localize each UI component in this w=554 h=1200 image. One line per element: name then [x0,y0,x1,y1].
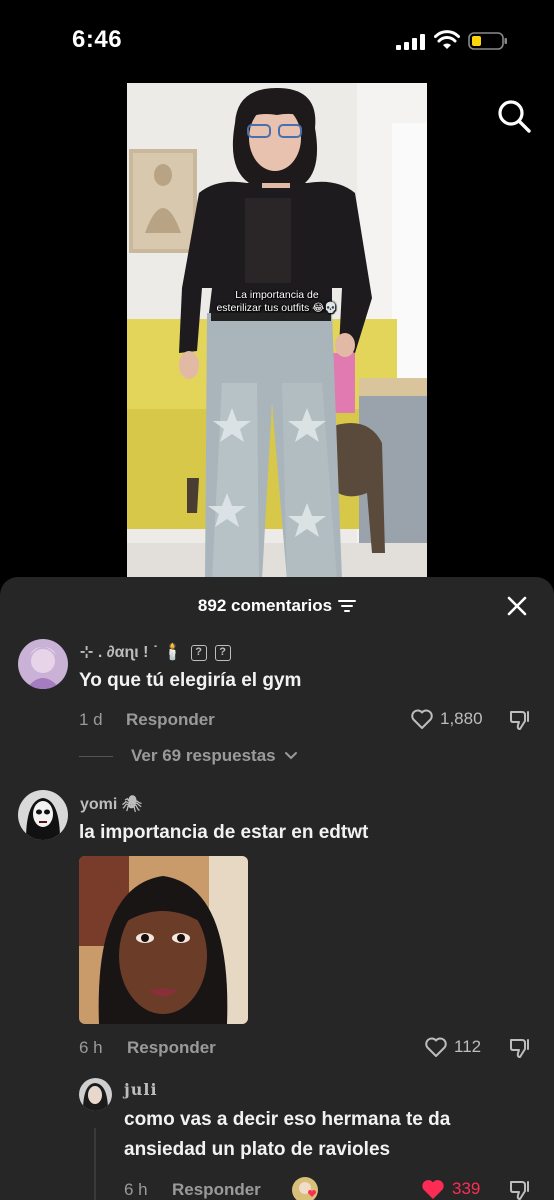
comment-time: 1 d [79,710,103,729]
badge-icon: ? [214,645,231,661]
comment-text: la importancia de estar en edtwt [79,822,369,843]
reply-username[interactable]: juli [124,1080,158,1099]
creator-liked-avatar [292,1177,318,1200]
like-button[interactable]: 1,880 [410,708,483,730]
reaction-image [79,856,248,1024]
thread-divider [79,755,113,757]
avatar[interactable] [18,790,68,840]
comment-time: 6 h [79,1038,103,1057]
reply-text: como vas a decir eso hermana te da ansie… [124,1105,450,1165]
reply-button[interactable]: Responder [127,1038,216,1058]
status-bar: 6:46 [0,0,554,80]
overlay-line-1: La importancia de [235,289,319,301]
wifi-icon [434,30,460,49]
dislike-icon[interactable] [508,708,532,732]
sort-icon[interactable] [338,599,357,613]
reply-text-line-2: ansiedad un plato de ravioles [124,1139,391,1160]
avatar-image [18,639,68,689]
reply-text-line-1: como vas a decir eso hermana te da [124,1109,451,1130]
comment-text: Yo que tú elegiría el gym [79,670,302,691]
signal-icon [396,34,425,50]
avatar-image [79,1078,112,1111]
reply-button[interactable]: Responder [172,1180,261,1200]
dislike-icon[interactable] [508,1036,532,1060]
video-thumbnail [127,83,427,580]
comments-count: 892 comentarios [197,596,333,615]
creator-avatar-image [292,1177,318,1200]
heart-icon [425,1037,447,1057]
dislike-icon[interactable] [508,1178,532,1200]
reply-time: 6 h [124,1180,148,1199]
overlay-line-2: esterilizar tus outfits 😂💀 [216,302,338,314]
status-time: 6:46 [72,26,123,53]
username-text[interactable]: ⊹ . ∂αɳι ! ˙ 🕯️ [80,644,183,661]
video-overlay-caption: La importancia de esterilizar tus outfit… [197,289,357,315]
like-count: 112 [454,1037,482,1056]
avatar[interactable] [18,639,68,689]
like-button[interactable]: 112 [424,1036,481,1058]
reply-button[interactable]: Responder [126,710,215,730]
comments-count-wrap: 892 comentarios [0,596,554,616]
video-player[interactable]: La importancia de esterilizar tus outfit… [127,83,427,580]
heart-icon [411,709,433,729]
badge-icon: ? [190,645,207,661]
chevron-down-icon [284,752,297,760]
view-replies-button[interactable]: Ver 69 respuestas [79,746,298,766]
heart-filled-icon [422,1180,444,1199]
video-area[interactable]: La importancia de esterilizar tus outfit… [0,80,554,580]
avatar[interactable] [79,1078,112,1111]
comment-attached-image[interactable] [79,856,248,1024]
search-icon[interactable] [496,98,532,134]
thread-line [94,1128,96,1200]
avatar-image [18,790,68,840]
like-count: 339 [452,1179,481,1198]
comment-username[interactable]: yomi 🕷 [80,794,142,814]
view-replies-label[interactable]: Ver 69 respuestas [131,746,276,766]
comment-username[interactable]: ⊹ . ∂αɳι ! ˙ 🕯️?? [80,642,231,662]
comments-header: 892 comentarios [0,577,554,633]
like-button-liked[interactable]: 339 [420,1178,480,1200]
battery-icon [468,32,507,50]
like-count: 1,880 [440,709,483,728]
close-icon[interactable] [505,594,529,618]
